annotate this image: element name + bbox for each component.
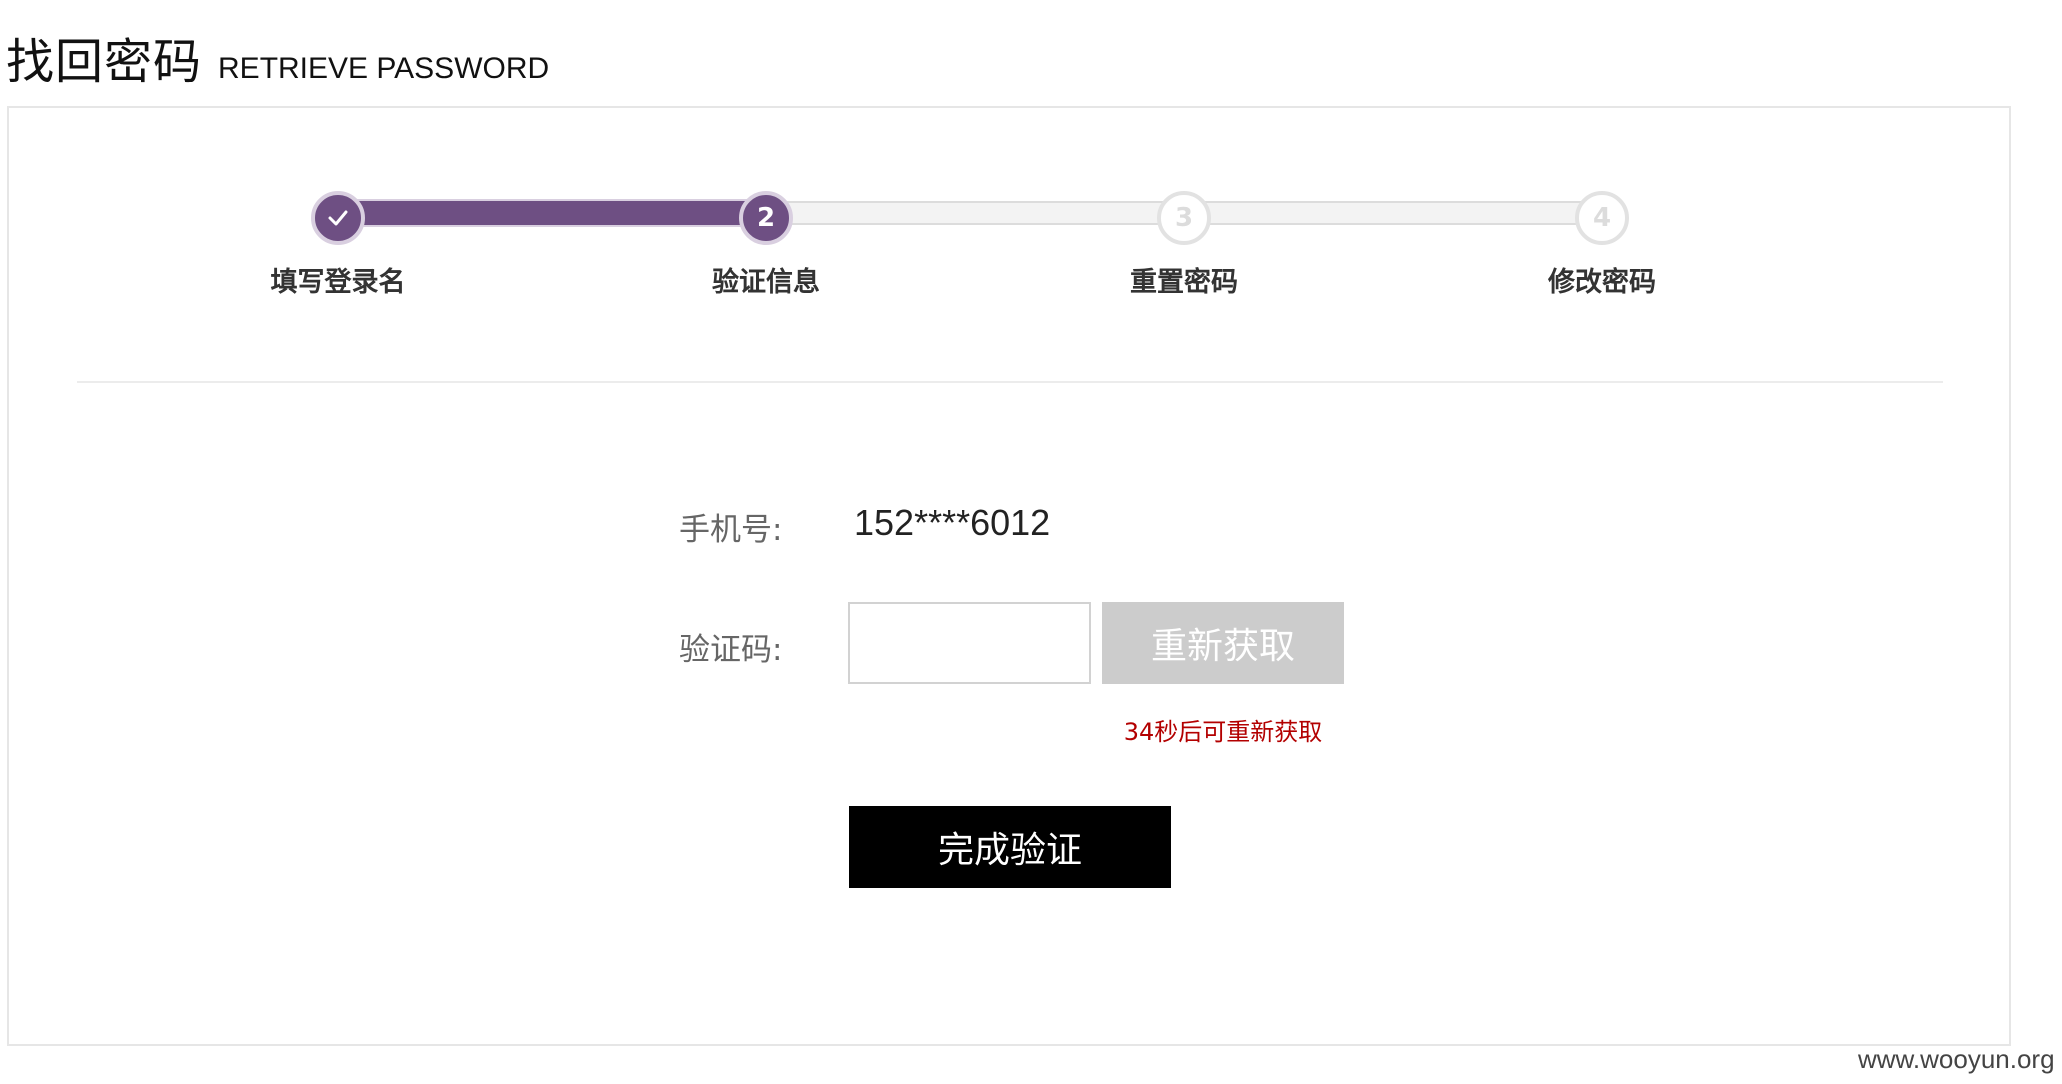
complete-verification-button[interactable]: 完成验证 xyxy=(849,806,1171,888)
step-4-number: 4 xyxy=(1592,203,1612,233)
step-2-number: 2 xyxy=(756,203,776,233)
step-4-label: 修改密码 xyxy=(1548,267,1656,298)
step-1-label: 填写登录名 xyxy=(270,267,406,298)
resend-countdown: 34秒后可重新获取 xyxy=(1123,718,1323,746)
page-title-chinese: 找回密码 xyxy=(6,34,203,90)
step-4-node: 4 xyxy=(1575,191,1629,245)
step-3-number: 3 xyxy=(1174,203,1194,233)
step-1-node xyxy=(311,191,365,245)
step-3-node: 3 xyxy=(1157,191,1211,245)
check-icon xyxy=(328,210,348,226)
watermark: www.wooyun.org xyxy=(1858,1044,2055,1074)
step-2-label: 验证信息 xyxy=(712,267,820,298)
code-label: 验证码: xyxy=(679,632,783,668)
section-divider xyxy=(77,381,1943,383)
page-title-english: RETRIEVE PASSWORD xyxy=(218,52,550,85)
progress-fill xyxy=(321,201,763,225)
page-title: 找回密码 RETRIEVE PASSWORD xyxy=(6,22,549,92)
phone-number-value: 152****6012 xyxy=(854,502,1051,543)
step-3-label: 重置密码 xyxy=(1130,267,1238,298)
step-2-node: 2 xyxy=(739,191,793,245)
phone-label: 手机号: xyxy=(679,512,783,548)
resend-code-button[interactable]: 重新获取 xyxy=(1102,602,1344,684)
verification-code-input[interactable] xyxy=(848,602,1091,684)
retrieve-password-panel: 2 3 4 填写登录名 验证信息 重置密码 修改密码 手机号: 152****6… xyxy=(7,106,2011,1046)
